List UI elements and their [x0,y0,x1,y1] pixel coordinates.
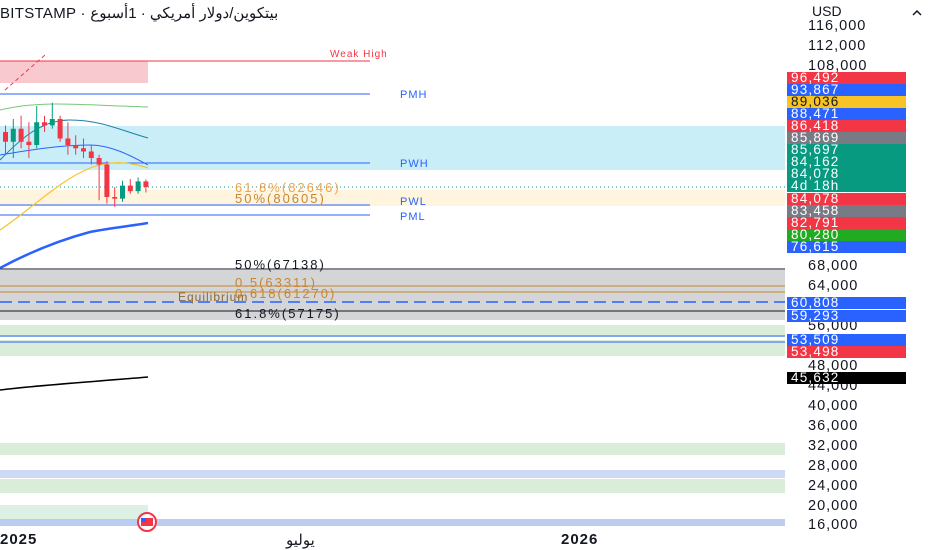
candle-body[interactable] [104,164,110,198]
chart-title: BITSTAMP · بيتكوين/دولار أمريكي · 1أسبوع [0,5,279,22]
chart-pane[interactable]: BITSTAMP · بيتكوين/دولار أمريكي · 1أسبوع… [0,0,785,550]
weak-high-zone [0,61,148,83]
price-tick: 28,000 [808,458,859,474]
equilibrium-label: Equilibrium [178,290,249,304]
candle-body[interactable] [49,119,55,126]
candle-body[interactable] [120,185,125,199]
candle-body[interactable] [34,122,40,146]
candle-body[interactable] [112,197,118,199]
price-tick: 20,000 [808,498,859,514]
candle-body[interactable] [3,132,8,142]
candle-body[interactable] [57,119,63,139]
chart-canvas[interactable] [0,0,785,550]
candle-body[interactable] [10,128,16,142]
price-badge: 45,632 [787,371,906,384]
demand-zone-5 [0,479,785,493]
demand-zone-4 [0,470,785,478]
candle-body[interactable] [135,181,141,192]
demand-zone-1 [0,325,785,337]
fib-50-lower-label: 50%(67138) [235,257,326,272]
price-badge: 53,498 [787,345,906,358]
price-tick: 32,000 [808,438,859,454]
price-badge: 59,293 [787,309,906,322]
candle-body[interactable] [42,122,47,126]
price-tick: 64,000 [808,278,859,294]
candle-body[interactable] [88,151,94,159]
chevron-up-icon[interactable] [911,7,923,19]
price-tick: 16,000 [808,517,859,533]
fib-50-upper-label: 50%(80605) [235,191,326,206]
demand-zone-3 [0,443,785,455]
candle-body[interactable] [26,141,32,146]
price-tick: 36,000 [808,418,859,434]
pwh-label: PWH [400,158,429,170]
price-tick: 68,000 [808,258,859,274]
us-flag-icon[interactable] [137,512,157,532]
currency-label: USD [812,3,842,19]
fib-upper-zone [0,190,785,206]
price-tick: 40,000 [808,398,859,414]
pmh-label: PMH [400,89,428,101]
demand-zone-7 [0,519,785,526]
fib-0618-label: 0.618(61270) [235,286,337,301]
ma-green [0,103,149,111]
price-tick: 112,000 [808,38,867,54]
candle-body[interactable] [81,148,86,152]
ma-black [0,376,149,391]
x-label-2026: 2026 [561,531,599,548]
candle-body[interactable] [96,158,102,165]
candle-body[interactable] [143,181,149,187]
candle-body[interactable] [127,185,133,192]
pml-label: PML [400,211,426,223]
candle-body[interactable] [73,145,79,149]
candle-body[interactable] [65,138,71,146]
price-badge: 76,615 [787,240,906,253]
x-label-2025: 2025 [0,531,38,548]
equilibrium-zone [0,270,785,320]
price-tick: 116,000 [808,18,867,34]
weak-high-label: Weak High [330,49,388,60]
x-label-july: يوليو [286,532,315,549]
price-tick: 24,000 [808,478,859,494]
ma-blue-thick [0,221,149,270]
fib-618-lower-label: 61.8%(57175) [235,306,341,321]
pwl-label: PWL [400,196,427,208]
candle-body[interactable] [18,128,24,142]
